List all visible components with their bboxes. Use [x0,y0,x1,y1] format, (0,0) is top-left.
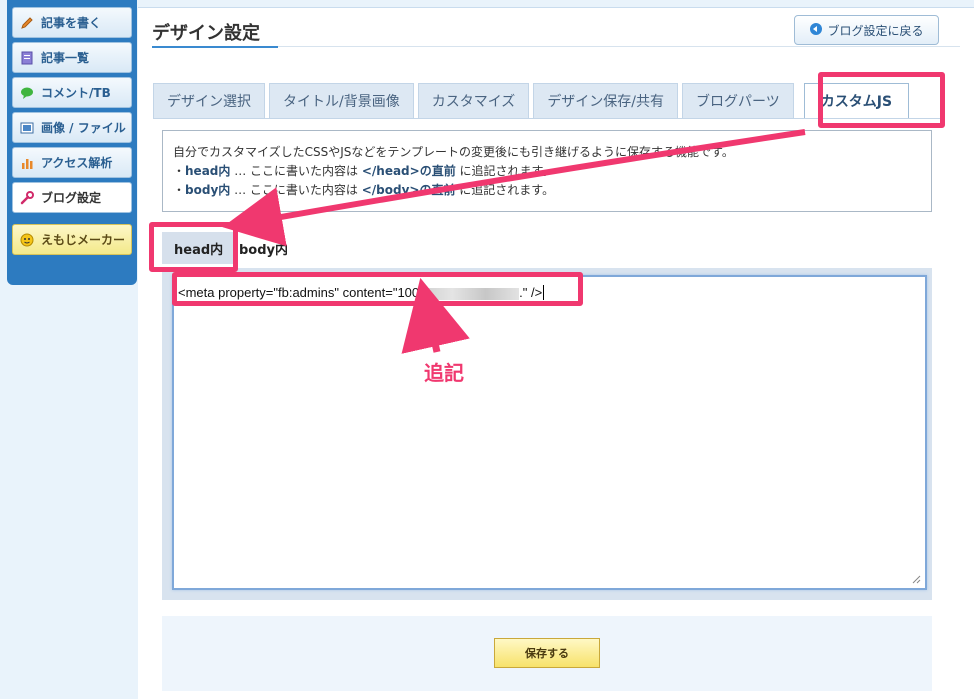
sidebar-item-images[interactable]: 画像 / ファイル [12,112,132,143]
description-intro: 自分でカスタマイズしたCSSやJSなどをテンプレートの変更後にも引き継げるように… [173,145,734,159]
image-icon [19,120,35,136]
body-term: body内 [185,183,231,197]
sidebar-item-label: コメント/TB [41,86,111,100]
head-target: </head>の直前 [361,164,456,178]
back-arrow-icon [809,22,823,39]
sidebar-item-label: 記事一覧 [41,51,90,65]
save-area: 保存する [162,616,932,691]
emoji-maker-button[interactable]: えもじメーカー [12,224,132,255]
sidebar-separator [12,217,132,224]
pencil-icon [19,15,35,31]
highlight-editor-line [172,272,583,306]
design-tabs: デザイン選択 タイトル/背景画像 カスタマイズ デザイン保存/共有 ブログパーツ… [153,83,910,118]
tab-design-select[interactable]: デザイン選択 [153,83,265,118]
back-to-blog-settings-button[interactable]: ブログ設定に戻る [794,15,939,45]
annotation-label: 追記 [424,361,464,385]
sidebar-item-label: アクセス解析 [41,156,113,170]
sidebar-item-label: 画像 / ファイル [41,121,126,135]
back-button-label: ブログ設定に戻る [827,23,924,38]
sidebar-item-label: ブログ設定 [41,191,102,205]
save-button[interactable]: 保存する [494,638,600,668]
highlight-custom-js-tab [818,72,945,128]
sidebar-item-analytics[interactable]: アクセス解析 [12,147,132,178]
title-underline [152,46,278,48]
top-strip [138,0,974,8]
sidebar-item-label: 記事を書く [41,16,102,30]
body-target: </body>の直前 [361,183,456,197]
resize-grip-icon[interactable] [911,574,921,584]
editor-container: <meta property="fb:admins" content="100.… [162,268,932,600]
description-body-line: ・body内 … ここに書いた内容は </body>の直前 に追記されます。 [173,183,555,197]
description-head-line: ・head内 … ここに書いた内容は </head>の直前 に追記されます。 [173,164,555,178]
document-icon [19,50,35,66]
tab-blog-parts[interactable]: ブログパーツ [682,83,794,118]
sidebar-item-comments[interactable]: コメント/TB [12,77,132,108]
subtab-body[interactable]: body内 [239,232,288,264]
emoji-maker-label: えもじメーカー [41,233,126,247]
smiley-icon [19,232,35,248]
tab-customize[interactable]: カスタマイズ [417,83,530,118]
feature-description: 自分でカスタマイズしたCSSやJSなどをテンプレートの変更後にも引き継げるように… [162,130,932,212]
tab-title-background[interactable]: タイトル/背景画像 [269,83,414,118]
sidebar: 記事を書く 記事一覧 コメント/TB 画像 / ファイル アクセス解析 ブログ設… [7,0,137,285]
bar-chart-icon [19,155,35,171]
speech-bubble-icon [19,85,35,101]
highlight-head-subtab [149,222,238,272]
page-title: デザイン設定 [152,23,260,44]
sidebar-item-write-post[interactable]: 記事を書く [12,7,132,38]
sidebar-item-post-list[interactable]: 記事一覧 [12,42,132,73]
custom-js-textarea[interactable]: <meta property="fb:admins" content="100.… [172,275,927,590]
wrench-icon [19,190,35,206]
head-term: head内 [185,164,231,178]
tab-design-save-share[interactable]: デザイン保存/共有 [533,83,679,118]
sidebar-item-blog-settings[interactable]: ブログ設定 [12,182,132,213]
